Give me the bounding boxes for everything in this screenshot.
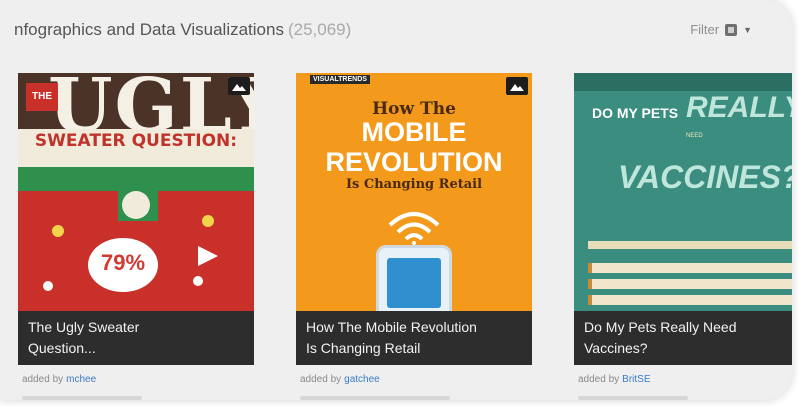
thumb-strip xyxy=(574,73,792,91)
card-caption[interactable]: How The Mobile Revolution Is Changing Re… xyxy=(296,311,532,365)
thumb-brand: VISUALTRENDS xyxy=(310,75,370,84)
infographic-card-mobile-revolution[interactable]: VISUALTRENDS How The MOBILE REVOLUTION Is… xyxy=(296,73,532,365)
caption-line-1: How The Mobile Revolution xyxy=(306,319,477,335)
thumb-line-3: NEED xyxy=(686,133,703,139)
thumb-the-label: THE xyxy=(26,83,58,111)
author-link[interactable]: BritSE xyxy=(622,374,650,385)
result-count: (25,069) xyxy=(287,20,352,39)
caption-line-1: The Ugly Sweater xyxy=(28,319,140,335)
caption-line-2: Question... xyxy=(28,340,96,356)
wifi-icon xyxy=(388,212,440,245)
caption-line-1: Do My Pets Really Need xyxy=(584,319,737,335)
thumb-line-4: VACCINES? xyxy=(618,159,792,195)
thumb-subtitle: SWEATER QUESTION: xyxy=(18,129,254,167)
results-panel: nfographics and Data Visualizations (25,0… xyxy=(0,0,792,400)
thumb-stripe xyxy=(18,167,254,191)
caption-line-2: Vaccines? xyxy=(584,340,648,356)
thumb-percent: 79% xyxy=(88,238,158,292)
card-meta-placeholder xyxy=(22,396,142,400)
filter-grid-icon xyxy=(725,23,738,36)
card-caption[interactable]: The Ugly Sweater Question... xyxy=(18,311,254,365)
thumb-line-2: REALLY xyxy=(686,91,792,124)
card-meta-placeholder xyxy=(578,396,688,400)
section-title: nfographics and Data Visualizations (25,0… xyxy=(14,20,351,40)
section-title-text: nfographics and Data Visualizations xyxy=(14,20,284,39)
caption-line-2: Is Changing Retail xyxy=(306,340,421,356)
author-link[interactable]: gatchee xyxy=(344,374,380,385)
thumb-line-1: DO MY PETS xyxy=(592,105,679,121)
mountain-badge-icon xyxy=(228,77,250,95)
infographic-card-pet-vaccines[interactable]: DO MY PETS REALLY NEED VACCINES? Do My P… xyxy=(574,73,792,365)
thumb-line-1: How The xyxy=(372,99,456,119)
thumb-line-2: MOBILE REVOLUTION xyxy=(325,117,503,177)
card-byline: added by gatchee xyxy=(300,374,380,385)
card-thumbnail[interactable]: UGLY THE SWEATER QUESTION: 79% xyxy=(18,73,254,311)
filter-dropdown[interactable]: Filter ▼ xyxy=(690,22,752,37)
card-caption[interactable]: Do My Pets Really Need Vaccines? xyxy=(574,311,792,365)
section-header: nfographics and Data Visualizations (25,0… xyxy=(14,18,752,48)
infographic-card-ugly-sweater[interactable]: UGLY THE SWEATER QUESTION: 79% The Ugly … xyxy=(18,73,254,365)
card-byline: added by mchee xyxy=(22,374,97,385)
thumb-row xyxy=(588,263,792,273)
filter-label: Filter xyxy=(690,22,720,37)
thumb-banner xyxy=(588,241,792,249)
phone-illustration xyxy=(376,245,452,311)
thumb-row xyxy=(588,279,792,289)
thumb-row xyxy=(588,295,792,305)
card-thumbnail[interactable]: VISUALTRENDS How The MOBILE REVOLUTION Is… xyxy=(296,73,532,311)
mountain-badge-icon xyxy=(506,77,528,95)
card-meta-placeholder xyxy=(300,396,450,400)
card-byline: added by BritSE xyxy=(578,374,651,385)
card-thumbnail[interactable]: DO MY PETS REALLY NEED VACCINES? xyxy=(574,73,792,311)
author-link[interactable]: mchee xyxy=(66,374,96,385)
chevron-down-icon: ▼ xyxy=(743,24,752,35)
thumb-line-3: Is Changing Retail xyxy=(345,177,483,192)
